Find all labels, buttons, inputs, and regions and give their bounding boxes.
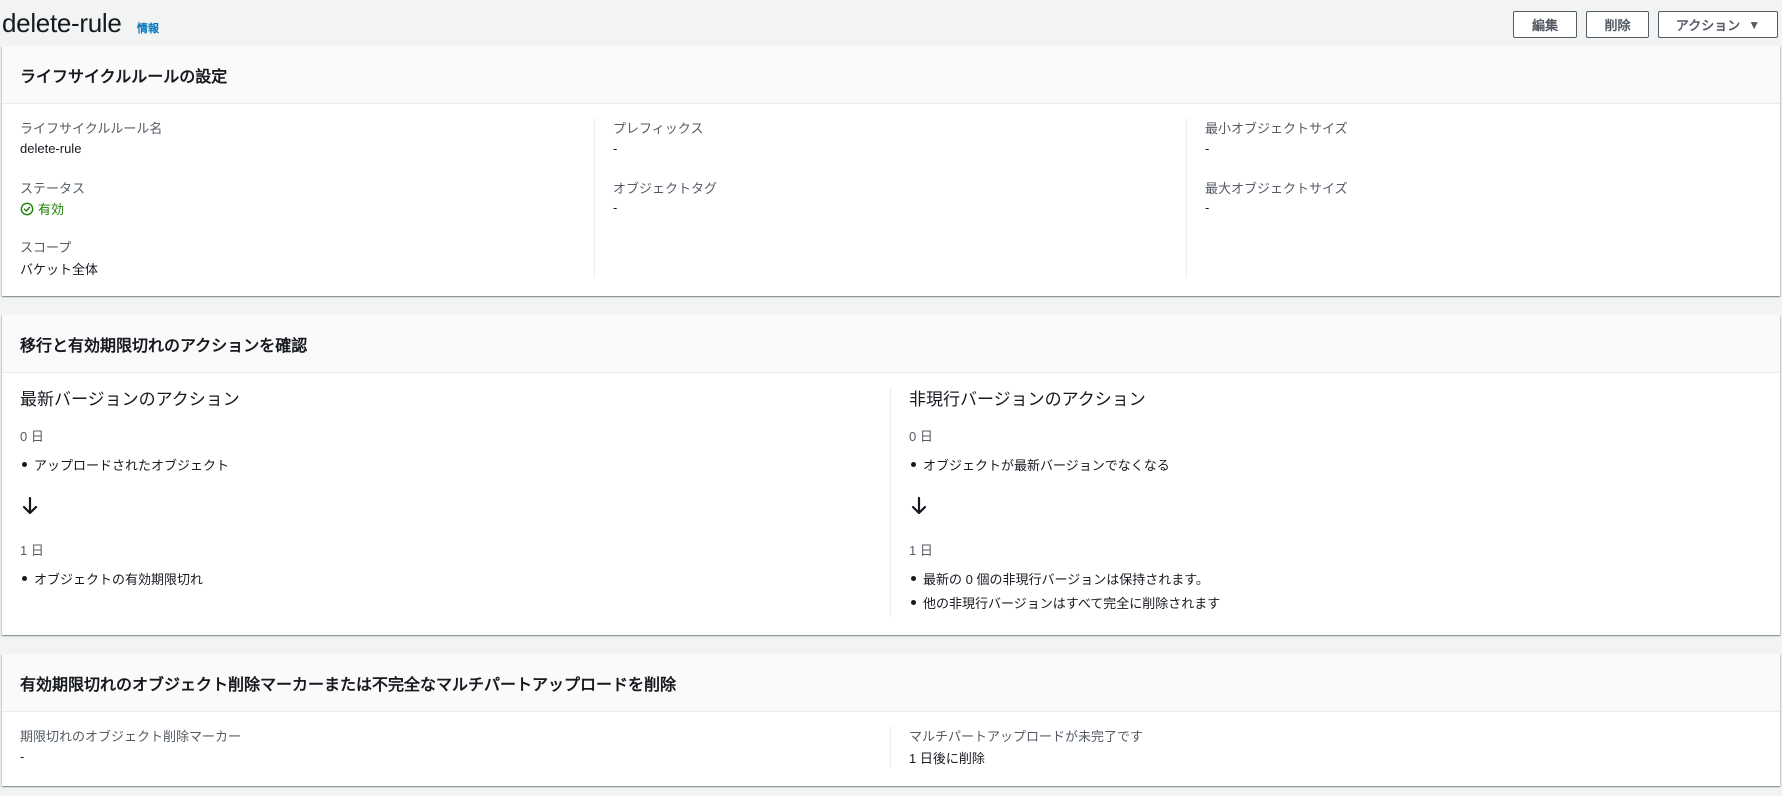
max-size-label: 最大オブジェクトサイズ bbox=[1205, 181, 1348, 196]
column-divider bbox=[1186, 118, 1187, 278]
info-link[interactable]: 情報 bbox=[137, 20, 159, 36]
list-item: アップロードされたオブジェクト bbox=[22, 455, 229, 474]
list-item: オブジェクトが最新バージョンでなくなる bbox=[911, 455, 1170, 474]
current-version-heading: 最新バージョンのアクション bbox=[20, 390, 240, 409]
column-divider bbox=[594, 118, 595, 278]
lifecycle-config-title: ライフサイクルルールの設定 bbox=[20, 68, 228, 86]
edit-button[interactable]: 編集 bbox=[1513, 11, 1577, 38]
actions-button-label: アクション bbox=[1675, 18, 1741, 33]
multipart-value: 1 日後に削除 bbox=[909, 751, 985, 766]
delete-markers-value: - bbox=[20, 749, 25, 764]
list-item: オブジェクトの有効期限切れ bbox=[22, 569, 203, 588]
cleanup-title: 有効期限切れのオブジェクト削除マーカーまたは不完全なマルチパートアップロードを削… bbox=[20, 676, 677, 694]
status-value: 有効 bbox=[20, 199, 64, 218]
current-day1-label: 1 日 bbox=[20, 543, 44, 558]
cleanup-header: 有効期限切れのオブジェクト削除マーカーまたは不完全なマルチパートアップロードを削… bbox=[2, 654, 1780, 712]
cleanup-panel: 有効期限切れのオブジェクト削除マーカーまたは不完全なマルチパートアップロードを削… bbox=[2, 654, 1780, 786]
actions-review-panel: 移行と有効期限切れのアクションを確認 最新バージョンのアクション 0 日 アップ… bbox=[2, 315, 1780, 635]
scope-value: バケット全体 bbox=[20, 262, 99, 277]
arrow-down-icon bbox=[22, 497, 38, 515]
noncurrent-day1-label: 1 日 bbox=[909, 543, 933, 558]
multipart-label: マルチパートアップロードが未完了です bbox=[909, 729, 1144, 744]
object-tags-value: - bbox=[613, 200, 618, 215]
lifecycle-config-header: ライフサイクルルールの設定 bbox=[2, 46, 1780, 104]
delete-markers-label: 期限切れのオブジェクト削除マーカー bbox=[20, 729, 242, 744]
current-day0-label: 0 日 bbox=[20, 429, 44, 444]
column-divider bbox=[890, 726, 891, 768]
page-title: delete-rule bbox=[2, 8, 122, 38]
page-header: delete-rule 情報 編集 削除 アクション ▼ bbox=[0, 0, 1782, 46]
actions-review-header: 移行と有効期限切れのアクションを確認 bbox=[2, 315, 1780, 373]
lifecycle-config-panel: ライフサイクルルールの設定 ライフサイクルルール名 delete-rule ステ… bbox=[2, 46, 1780, 296]
prefix-label: プレフィックス bbox=[613, 121, 704, 136]
noncurrent-version-heading: 非現行バージョンのアクション bbox=[909, 390, 1146, 409]
actions-dropdown-button[interactable]: アクション ▼ bbox=[1658, 11, 1778, 38]
list-item: 他の非現行バージョンはすべて完全に削除されます bbox=[911, 593, 1220, 612]
delete-button[interactable]: 削除 bbox=[1586, 11, 1649, 38]
scope-label: スコープ bbox=[20, 240, 72, 255]
arrow-down-icon bbox=[911, 497, 927, 515]
min-size-value: - bbox=[1205, 141, 1210, 156]
actions-review-title: 移行と有効期限切れのアクションを確認 bbox=[20, 337, 308, 355]
list-item: 最新の 0 個の非現行バージョンは保持されます。 bbox=[911, 569, 1209, 588]
caret-down-icon: ▼ bbox=[1748, 17, 1761, 32]
rule-name-label: ライフサイクルルール名 bbox=[20, 121, 163, 136]
object-tags-label: オブジェクトタグ bbox=[613, 181, 718, 196]
max-size-value: - bbox=[1205, 200, 1210, 215]
status-label: ステータス bbox=[20, 181, 86, 196]
check-circle-icon bbox=[20, 202, 34, 215]
rule-name-value: delete-rule bbox=[20, 141, 82, 156]
prefix-value: - bbox=[613, 141, 618, 156]
noncurrent-day0-label: 0 日 bbox=[909, 429, 933, 444]
column-divider bbox=[890, 387, 891, 617]
status-text: 有効 bbox=[38, 202, 65, 217]
min-size-label: 最小オブジェクトサイズ bbox=[1205, 121, 1348, 136]
